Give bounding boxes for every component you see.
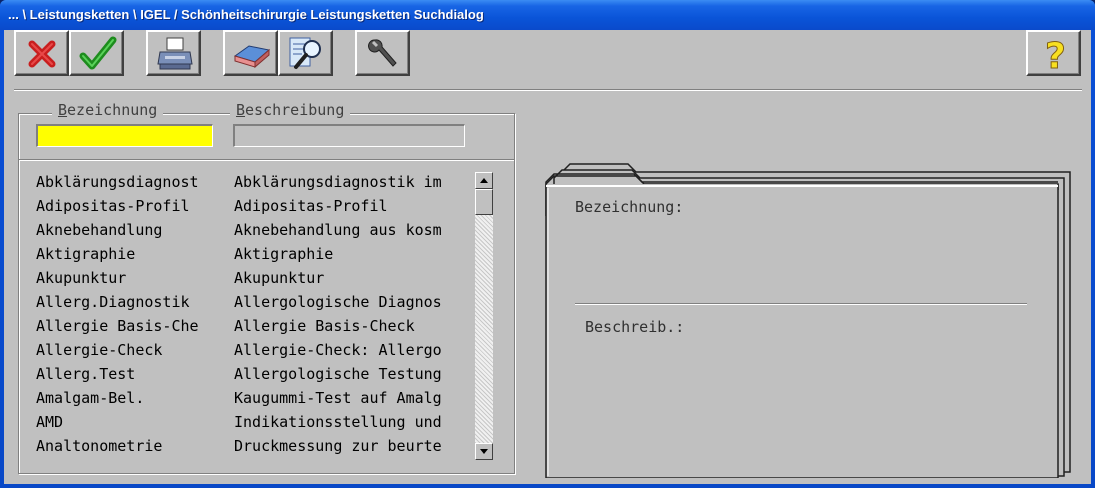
settings-button[interactable]	[355, 30, 410, 76]
list-item[interactable]: Adipositas-Profil Adipositas-Profil	[26, 194, 474, 218]
svg-text:?: ?	[1045, 36, 1066, 72]
list-scrollbar[interactable]	[475, 172, 493, 460]
item-beschreibung: Allergie-Check: Allergo	[234, 341, 442, 359]
item-bezeichnung: Abklärungsdiagnost	[36, 173, 199, 191]
detail-bezeichnung-label: Bezeichnung:	[575, 198, 684, 216]
group-separator	[19, 159, 514, 161]
list-item[interactable]: Akupunktur Akupunktur	[26, 266, 474, 290]
item-bezeichnung: Allergie Basis-Che	[36, 317, 199, 335]
item-beschreibung: Aknebehandlung aus kosm	[234, 221, 442, 239]
cancel-button[interactable]	[14, 30, 69, 76]
scroll-up-button[interactable]	[475, 172, 493, 189]
item-beschreibung: Allergie Basis-Check	[234, 317, 415, 335]
confirm-button[interactable]	[69, 30, 124, 76]
clear-button[interactable]	[223, 30, 278, 76]
item-beschreibung: Adipositas-Profil	[234, 197, 388, 215]
item-beschreibung: Aktigraphie	[234, 245, 334, 263]
item-beschreibung: Druckmessung zur beurte	[234, 437, 442, 455]
arrow-up-icon	[480, 178, 488, 183]
list-item[interactable]: Amalgam-Bel. Kaugummi-Test auf Amalg	[26, 386, 474, 410]
beschreibung-header: Beschreibung	[230, 101, 351, 119]
item-bezeichnung: Analtonometrie	[36, 437, 163, 455]
window-title: ... \ Leistungsketten \ IGEL / Schönheit…	[8, 7, 484, 22]
print-button[interactable]	[146, 30, 201, 76]
item-beschreibung: Allergologische Diagnos	[234, 293, 442, 311]
list-item[interactable]: Allergie-Check Allergie-Check: Allergo	[26, 338, 474, 362]
item-bezeichnung: Allerg.Diagnostik	[36, 293, 190, 311]
cancel-x-icon	[28, 40, 56, 68]
item-beschreibung: Akupunktur	[234, 269, 325, 287]
help-button[interactable]: ?	[1026, 30, 1081, 76]
list-item[interactable]: AMD Indikationsstellung und	[26, 410, 474, 434]
arrow-down-icon	[480, 449, 488, 454]
list-item[interactable]: Allerg.Diagnostik Allergologische Diagno…	[26, 290, 474, 314]
scroll-thumb[interactable]	[475, 189, 493, 215]
results-list[interactable]: Abklärungsdiagnost Abklärungsdiagnostik …	[26, 170, 474, 460]
item-beschreibung: Abklärungsdiagnostik im	[234, 173, 442, 191]
toolbar-separator	[14, 89, 1082, 91]
item-bezeichnung: Adipositas-Profil	[36, 197, 190, 215]
item-beschreibung: Allergologische Testung	[234, 365, 442, 383]
item-bezeichnung: Allerg.Test	[36, 365, 136, 383]
item-bezeichnung: Akupunktur	[36, 269, 127, 287]
title-bar[interactable]: ... \ Leistungsketten \ IGEL / Schönheit…	[0, 0, 1095, 30]
item-beschreibung: Kaugummi-Test auf Amalg	[234, 389, 442, 407]
search-magnifier-icon	[289, 37, 321, 69]
wrench-icon	[368, 39, 397, 67]
confirm-check-icon	[79, 36, 117, 70]
detail-separator	[575, 303, 1027, 305]
beschreibung-search-input[interactable]	[233, 124, 465, 147]
item-bezeichnung: Aknebehandlung	[36, 221, 163, 239]
scroll-down-button[interactable]	[475, 443, 493, 460]
list-item[interactable]: Aktigraphie Aktigraphie	[26, 242, 474, 266]
search-button[interactable]	[278, 30, 333, 76]
bezeichnung-search-input[interactable]	[36, 124, 213, 147]
detail-beschreibung-label: Beschreib.:	[585, 318, 685, 336]
bezeichnung-header: Bezeichnung	[52, 101, 164, 119]
list-item[interactable]: Allergie Basis-Che Allergie Basis-Check	[26, 314, 474, 338]
app-window: ... \ Leistungsketten \ IGEL / Schönheit…	[0, 0, 1095, 488]
eraser-icon	[233, 45, 271, 69]
item-bezeichnung: Amalgam-Bel.	[36, 389, 145, 407]
list-item[interactable]: Allerg.Test Allergologische Testung	[26, 362, 474, 386]
item-bezeichnung: Aktigraphie	[36, 245, 136, 263]
item-bezeichnung: AMD	[36, 413, 64, 431]
client-area: ? Bezeichnung Beschreibung Abklärungsdia…	[4, 30, 1091, 484]
item-beschreibung: Indikationsstellung und	[234, 413, 442, 431]
list-item[interactable]: Analtonometrie Druckmessung zur beurte	[26, 434, 474, 458]
list-item[interactable]: Aknebehandlung Aknebehandlung aus kosm	[26, 218, 474, 242]
list-item[interactable]: Abklärungsdiagnost Abklärungsdiagnostik …	[26, 170, 474, 194]
printer-icon	[157, 37, 193, 70]
item-bezeichnung: Allergie-Check	[36, 341, 163, 359]
help-question-icon: ?	[1045, 36, 1067, 72]
